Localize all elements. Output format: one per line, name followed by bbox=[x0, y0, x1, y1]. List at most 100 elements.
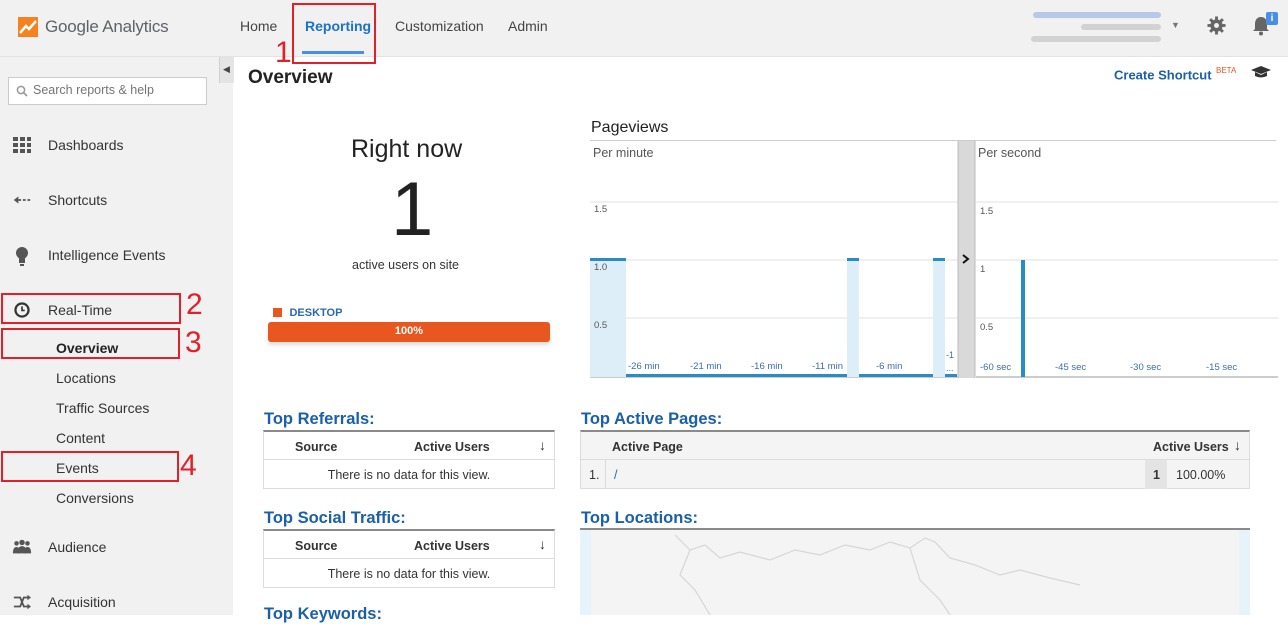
annotation-number-1: 1 bbox=[275, 36, 292, 69]
sidebar-sub-locations[interactable]: Locations bbox=[56, 370, 116, 386]
nav-home[interactable]: Home bbox=[240, 18, 277, 34]
map-borders bbox=[674, 534, 1081, 615]
per-minute-ytick: 0.5 bbox=[594, 320, 608, 331]
col-active-users[interactable]: Active Users bbox=[414, 539, 490, 553]
per-minute-xtick: -1 ... bbox=[946, 350, 955, 373]
sidebar-item-acquisition[interactable]: Acquisition bbox=[0, 587, 233, 617]
shortcut-arrow-icon bbox=[13, 196, 32, 204]
sidebar-label-acquisition: Acquisition bbox=[48, 594, 116, 610]
nav-customization[interactable]: Customization bbox=[395, 18, 484, 34]
nav-admin[interactable]: Admin bbox=[508, 18, 548, 34]
pageviews-title: Pageviews bbox=[591, 119, 669, 136]
top-active-pages-table: Active Page Active Users ↓ 1. / 1 100.00… bbox=[580, 430, 1250, 489]
settings-gear-icon[interactable] bbox=[1207, 16, 1226, 35]
hover-band bbox=[847, 260, 859, 377]
sidebar-item-audience[interactable]: Audience bbox=[0, 532, 233, 562]
sort-down-icon[interactable]: ↓ bbox=[539, 437, 546, 453]
per-minute-label: Per minute bbox=[593, 146, 654, 160]
top-referrals-table: Source Active Users ↓ There is no data f… bbox=[263, 430, 555, 489]
pageviews-chart bbox=[590, 141, 1278, 378]
grid-icon bbox=[13, 137, 31, 153]
annotation-box-4 bbox=[1, 451, 179, 482]
second-bar bbox=[1021, 260, 1025, 377]
sidebar-sub-content[interactable]: Content bbox=[56, 430, 105, 446]
desktop-swatch bbox=[273, 308, 282, 318]
top-social-title: Top Social Traffic: bbox=[264, 509, 406, 527]
device-legend: DESKTOP bbox=[273, 304, 342, 322]
create-shortcut-label: Create Shortcut bbox=[1114, 67, 1212, 83]
row-users: 1 bbox=[1153, 468, 1160, 482]
locations-map[interactable] bbox=[580, 530, 1250, 615]
sort-down-icon[interactable]: ↓ bbox=[539, 536, 546, 552]
col-active-users[interactable]: Active Users bbox=[1153, 440, 1229, 454]
top-nav-bar: Google Analytics Home Reporting Customiz… bbox=[0, 0, 1288, 57]
top-social-table: Source Active Users ↓ There is no data f… bbox=[263, 529, 555, 588]
right-now-heading: Right now bbox=[351, 135, 463, 163]
sidebar-label-intelligence-events: Intelligence Events bbox=[48, 247, 166, 263]
annotation-box-2 bbox=[1, 293, 181, 324]
chevron-left-icon: ◀ bbox=[223, 64, 230, 74]
top-referrals-title: Top Referrals: bbox=[264, 410, 375, 428]
row-rank: 1. bbox=[589, 468, 600, 482]
per-minute-xtick: -11 min bbox=[812, 361, 843, 372]
annotation-number-2: 2 bbox=[186, 288, 203, 321]
minute-baseline bbox=[626, 374, 847, 377]
sidebar-label-shortcuts: Shortcuts bbox=[48, 192, 108, 208]
col-source[interactable]: Source bbox=[295, 440, 337, 454]
search-box[interactable] bbox=[8, 77, 207, 105]
per-second-xtick: -45 sec bbox=[1055, 362, 1087, 373]
account-switcher[interactable]: ▼ bbox=[1025, 8, 1185, 48]
notifications-button[interactable]: i bbox=[1250, 12, 1280, 38]
acquisition-arrows-icon bbox=[13, 594, 31, 610]
annotation-number-3: 3 bbox=[185, 326, 202, 359]
col-active-page[interactable]: Active Page bbox=[612, 440, 683, 454]
minute-bar bbox=[847, 258, 859, 261]
account-dropdown-icon: ▼ bbox=[1171, 20, 1180, 30]
row-page-link[interactable]: / bbox=[614, 468, 617, 482]
sidebar-label-audience: Audience bbox=[48, 539, 107, 555]
hover-band bbox=[590, 260, 626, 377]
info-badge-icon: i bbox=[1266, 12, 1278, 25]
top-locations-title: Top Locations: bbox=[581, 509, 699, 527]
per-minute-xtick: -16 min bbox=[751, 361, 783, 372]
hover-band bbox=[933, 260, 945, 377]
sidebar-item-shortcuts[interactable]: Shortcuts bbox=[0, 185, 233, 215]
collapse-sidebar-button[interactable]: ◀ bbox=[219, 57, 234, 83]
sort-down-icon[interactable]: ↓ bbox=[1234, 437, 1241, 453]
people-icon bbox=[12, 539, 32, 554]
table-row[interactable]: 1. / 1 100.00% bbox=[581, 460, 1249, 489]
search-input[interactable] bbox=[33, 83, 203, 97]
per-minute-xtick: -21 min bbox=[690, 361, 722, 372]
per-minute-xtick: -6 min bbox=[876, 361, 903, 372]
per-second-ytick: 1 bbox=[980, 264, 986, 275]
minute-bar bbox=[933, 258, 945, 261]
row-percent: 100.00% bbox=[1176, 468, 1226, 482]
app-name: Google Analytics bbox=[45, 17, 169, 36]
sidebar-item-dashboards[interactable]: Dashboards bbox=[0, 130, 233, 160]
empty-message: There is no data for this view. bbox=[327, 567, 491, 581]
per-second-ytick: 0.5 bbox=[980, 322, 994, 333]
graduation-cap-icon[interactable] bbox=[1250, 65, 1272, 80]
minute-baseline bbox=[859, 374, 933, 377]
ga-logo[interactable]: Google Analytics bbox=[18, 15, 169, 39]
sidebar-sub-traffic-sources[interactable]: Traffic Sources bbox=[56, 400, 149, 416]
beta-badge: BETA bbox=[1215, 66, 1237, 75]
sidebar-sub-conversions[interactable]: Conversions bbox=[56, 490, 134, 506]
per-minute-xtick: -26 min bbox=[628, 361, 660, 372]
minute-bar bbox=[590, 258, 626, 261]
annotation-number-4: 4 bbox=[180, 449, 197, 482]
empty-message: There is no data for this view. bbox=[327, 468, 491, 482]
per-second-xtick: -60 sec bbox=[980, 362, 1012, 373]
per-second-xtick: -30 sec bbox=[1130, 362, 1162, 373]
annotation-box-1 bbox=[292, 3, 376, 64]
col-active-users[interactable]: Active Users bbox=[414, 440, 490, 454]
search-icon bbox=[16, 85, 28, 97]
sidebar-item-intelligence-events[interactable]: Intelligence Events bbox=[0, 240, 233, 270]
device-percent: 100% bbox=[394, 325, 424, 337]
annotation-box-3 bbox=[1, 328, 180, 359]
lightbulb-icon bbox=[16, 247, 28, 266]
col-source[interactable]: Source bbox=[295, 539, 337, 553]
top-active-pages-title: Top Active Pages: bbox=[581, 410, 723, 428]
per-minute-ytick: 1.0 bbox=[594, 262, 608, 273]
create-shortcut-link[interactable]: Create Shortcut BETA bbox=[1114, 66, 1236, 84]
